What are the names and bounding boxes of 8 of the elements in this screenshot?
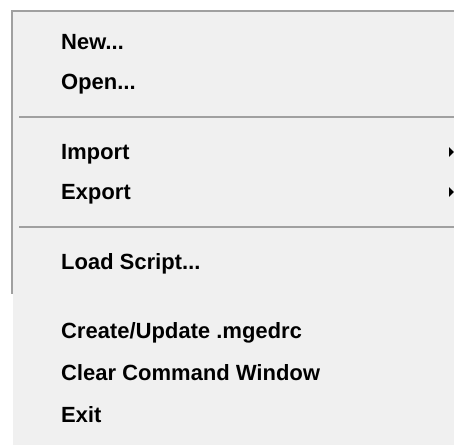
menu-item[interactable]: Open... xyxy=(61,71,136,93)
menu-item[interactable]: Exit xyxy=(61,404,102,426)
menu-item[interactable]: Clear Command Window xyxy=(61,362,320,384)
menu-item[interactable]: Import xyxy=(61,141,130,163)
menu-item[interactable]: Create/Update .mgedrc xyxy=(61,320,302,342)
menu-item[interactable]: New... xyxy=(61,31,124,53)
menu-item[interactable]: Load Script... xyxy=(61,251,200,273)
menu-item[interactable]: Export xyxy=(61,181,131,203)
